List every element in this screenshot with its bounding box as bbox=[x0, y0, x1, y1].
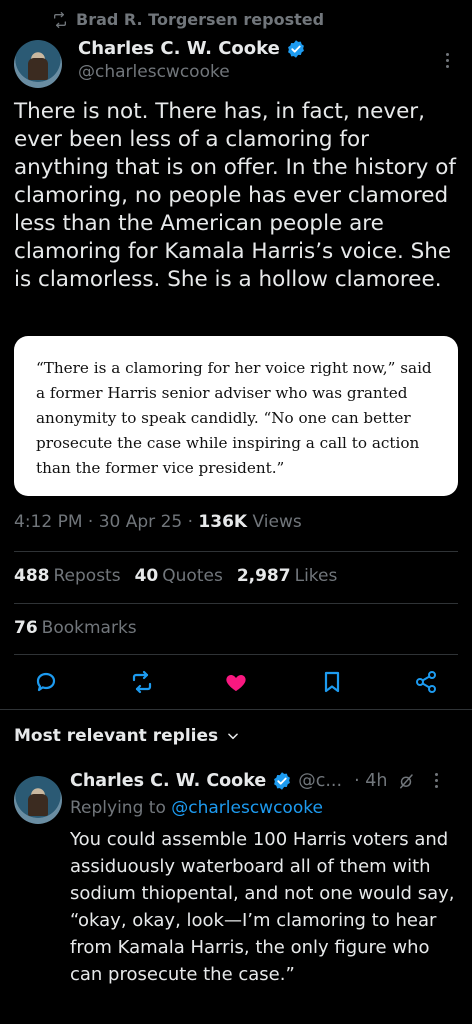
tweet-time[interactable]: 4:12 PM bbox=[14, 512, 83, 532]
section-divider bbox=[0, 709, 472, 710]
tweet-text: There is not. There has, in fact, never,… bbox=[14, 99, 456, 292]
reply-text: You could assemble 100 Harris voters and… bbox=[70, 829, 455, 985]
quoted-article-image[interactable]: “There is a clamoring for her voice righ… bbox=[14, 336, 458, 496]
engagement-stats: 488 Reposts 40 Quotes 2,987 Likes bbox=[14, 566, 337, 586]
verified-badge-icon bbox=[287, 39, 304, 58]
author-handle[interactable]: @charlescwcooke bbox=[78, 62, 306, 82]
tweet-date[interactable]: 30 Apr 25 bbox=[99, 512, 182, 532]
author-name[interactable]: Charles C. W. Cooke bbox=[78, 38, 280, 59]
reposts-stat[interactable]: 488 Reposts bbox=[14, 566, 121, 586]
tweet-meta: 4:12 PM · 30 Apr 25 · 136K Views bbox=[14, 512, 302, 532]
heart-icon[interactable] bbox=[224, 670, 248, 694]
replying-to: Replying to @charlescwcooke bbox=[70, 798, 323, 818]
avatar[interactable] bbox=[14, 40, 62, 88]
reply-icon[interactable] bbox=[34, 670, 58, 694]
views-count: 136K bbox=[198, 512, 248, 532]
reply-author-name[interactable]: Charles C. W. Cooke bbox=[70, 771, 266, 791]
replies-sort-dropdown[interactable]: Most relevant replies bbox=[14, 726, 240, 746]
replying-to-handle[interactable]: @charlescwcooke bbox=[171, 798, 323, 818]
verified-badge-icon bbox=[274, 771, 291, 790]
action-bar bbox=[0, 664, 472, 700]
chevron-down-icon bbox=[228, 733, 238, 740]
views-label: Views bbox=[252, 512, 302, 532]
bookmarks-stat[interactable]: 76 Bookmarks bbox=[14, 618, 137, 638]
repost-indicator[interactable]: Brad R. Torgersen reposted bbox=[52, 10, 324, 29]
avatar[interactable] bbox=[14, 776, 62, 824]
share-icon[interactable] bbox=[414, 670, 438, 694]
repost-icon bbox=[54, 11, 66, 28]
divider bbox=[14, 654, 458, 655]
repost-icon[interactable] bbox=[130, 670, 154, 694]
reply-age[interactable]: · 4h bbox=[354, 771, 387, 791]
tweet-author[interactable]: Charles C. W. Cooke @charlescwcooke bbox=[78, 38, 306, 82]
reply-author-handle[interactable]: @c... bbox=[298, 771, 342, 791]
divider bbox=[14, 603, 458, 604]
more-icon[interactable] bbox=[446, 50, 450, 71]
quotes-stat[interactable]: 40 Quotes bbox=[135, 566, 223, 586]
likes-stat[interactable]: 2,987 Likes bbox=[237, 566, 338, 586]
quoted-text: “There is a clamoring for her voice righ… bbox=[36, 359, 432, 477]
divider bbox=[14, 551, 458, 552]
grok-icon[interactable] bbox=[397, 772, 415, 790]
repost-text: Brad R. Torgersen reposted bbox=[76, 10, 325, 29]
bookmark-icon[interactable] bbox=[320, 670, 344, 694]
replies-sort-label: Most relevant replies bbox=[14, 726, 219, 746]
more-icon[interactable] bbox=[435, 770, 439, 791]
